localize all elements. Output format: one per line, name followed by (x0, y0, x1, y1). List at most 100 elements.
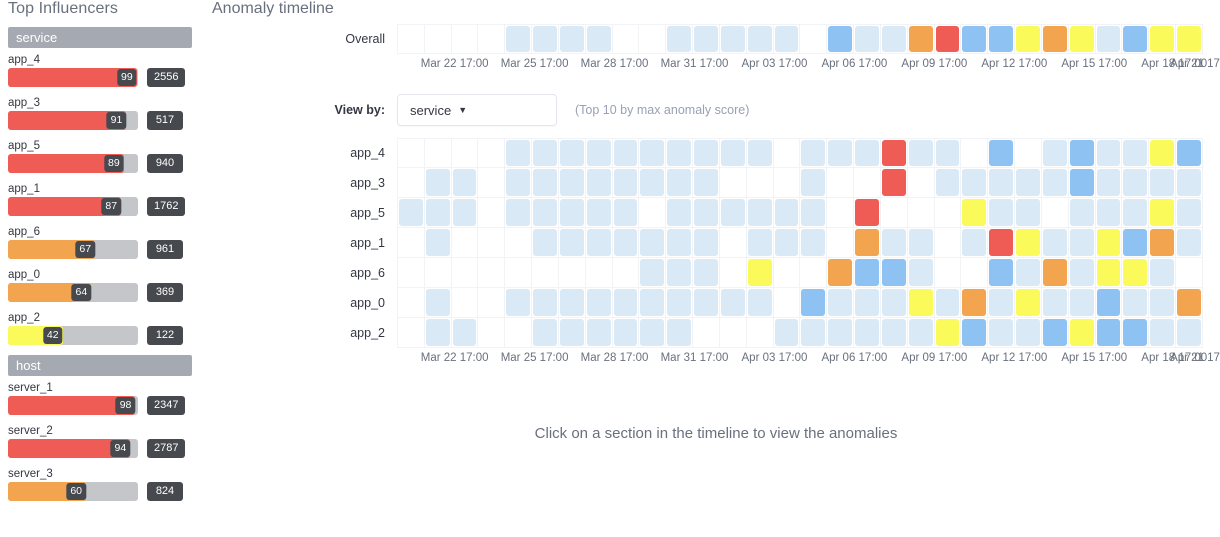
heatmap-cell[interactable] (774, 138, 801, 168)
heatmap-cell[interactable] (1149, 168, 1176, 198)
heatmap-cell[interactable] (1042, 318, 1069, 348)
heatmap-cell[interactable] (505, 138, 532, 168)
heatmap-cell[interactable] (613, 24, 640, 54)
heatmap-cell[interactable] (693, 318, 720, 348)
heatmap-cell[interactable] (720, 168, 747, 198)
heatmap-cell[interactable] (639, 318, 666, 348)
heatmap-cell[interactable] (505, 228, 532, 258)
heatmap-cell[interactable] (532, 228, 559, 258)
heatmap-cell[interactable] (800, 138, 827, 168)
heatmap-cell[interactable] (1176, 288, 1203, 318)
heatmap-cell[interactable] (1015, 258, 1042, 288)
heatmap-cell[interactable] (613, 198, 640, 228)
heatmap-cell[interactable] (613, 318, 640, 348)
heatmap-cell[interactable] (908, 258, 935, 288)
heatmap-cell[interactable] (881, 24, 908, 54)
heatmap-cell[interactable] (827, 168, 854, 198)
heatmap-cell[interactable] (452, 288, 479, 318)
heatmap-cell[interactable] (961, 168, 988, 198)
heatmap-cell[interactable] (532, 168, 559, 198)
influencer-row[interactable]: server_2942787 (8, 425, 192, 458)
heatmap-cell[interactable] (800, 198, 827, 228)
heatmap-cell[interactable] (774, 198, 801, 228)
heatmap-cell[interactable] (397, 228, 425, 258)
heatmap-cell[interactable] (1096, 258, 1123, 288)
heatmap-cell[interactable] (425, 24, 452, 54)
heatmap-cell[interactable] (747, 138, 774, 168)
heatmap-cell[interactable] (935, 228, 962, 258)
heatmap-cell[interactable] (1122, 198, 1149, 228)
heatmap-cell[interactable] (720, 288, 747, 318)
heatmap-cell[interactable] (988, 138, 1015, 168)
influencer-row[interactable]: app_391517 (8, 97, 192, 130)
heatmap-cell[interactable] (961, 288, 988, 318)
heatmap-cell[interactable] (1069, 258, 1096, 288)
heatmap-cell[interactable] (452, 138, 479, 168)
heatmap-cell[interactable] (452, 318, 479, 348)
heatmap-cell[interactable] (1122, 228, 1149, 258)
heatmap-cell[interactable] (693, 168, 720, 198)
heatmap-cell[interactable] (988, 258, 1015, 288)
heatmap-cell[interactable] (800, 318, 827, 348)
heatmap-cell[interactable] (397, 258, 425, 288)
heatmap-cell[interactable] (881, 198, 908, 228)
series-cells[interactable] (397, 168, 1203, 198)
heatmap-cell[interactable] (881, 168, 908, 198)
heatmap-cell[interactable] (478, 198, 505, 228)
heatmap-cell[interactable] (774, 168, 801, 198)
heatmap-cell[interactable] (505, 258, 532, 288)
heatmap-cell[interactable] (881, 228, 908, 258)
heatmap-cell[interactable] (1149, 318, 1176, 348)
heatmap-cell[interactable] (1069, 198, 1096, 228)
heatmap-cell[interactable] (532, 258, 559, 288)
series-cells[interactable] (397, 138, 1203, 168)
heatmap-cell[interactable] (747, 318, 774, 348)
heatmap-cell[interactable] (586, 318, 613, 348)
heatmap-cell[interactable] (747, 258, 774, 288)
heatmap-cell[interactable] (586, 228, 613, 258)
heatmap-cell[interactable] (774, 318, 801, 348)
heatmap-cell[interactable] (1149, 228, 1176, 258)
heatmap-cell[interactable] (639, 24, 666, 54)
heatmap-cell[interactable] (961, 198, 988, 228)
heatmap-cell[interactable] (774, 228, 801, 258)
heatmap-cell[interactable] (559, 258, 586, 288)
heatmap-cell[interactable] (774, 288, 801, 318)
heatmap-cell[interactable] (908, 288, 935, 318)
heatmap-cell[interactable] (1042, 198, 1069, 228)
heatmap-cell[interactable] (639, 138, 666, 168)
heatmap-cell[interactable] (935, 258, 962, 288)
heatmap-cell[interactable] (747, 288, 774, 318)
heatmap-cell[interactable] (559, 318, 586, 348)
heatmap-cell[interactable] (1176, 228, 1203, 258)
heatmap-cell[interactable] (800, 168, 827, 198)
heatmap-cell[interactable] (397, 24, 425, 54)
heatmap-cell[interactable] (720, 138, 747, 168)
heatmap-cell[interactable] (639, 198, 666, 228)
heatmap-cell[interactable] (854, 318, 881, 348)
heatmap-cell[interactable] (1042, 288, 1069, 318)
heatmap-cell[interactable] (1176, 24, 1203, 54)
heatmap-cell[interactable] (827, 318, 854, 348)
heatmap-cell[interactable] (613, 138, 640, 168)
heatmap-cell[interactable] (961, 258, 988, 288)
heatmap-cell[interactable] (935, 168, 962, 198)
heatmap-cell[interactable] (881, 138, 908, 168)
heatmap-cell[interactable] (452, 228, 479, 258)
heatmap-cell[interactable] (478, 138, 505, 168)
heatmap-cell[interactable] (397, 288, 425, 318)
heatmap-cell[interactable] (827, 198, 854, 228)
heatmap-cell[interactable] (1096, 138, 1123, 168)
heatmap-cell[interactable] (1042, 24, 1069, 54)
heatmap-cell[interactable] (774, 24, 801, 54)
influencer-row[interactable]: app_242122 (8, 312, 192, 345)
heatmap-cell[interactable] (1042, 228, 1069, 258)
heatmap-cell[interactable] (559, 198, 586, 228)
heatmap-cell[interactable] (1069, 318, 1096, 348)
heatmap-cell[interactable] (532, 138, 559, 168)
heatmap-cell[interactable] (532, 288, 559, 318)
heatmap-cell[interactable] (1149, 258, 1176, 288)
heatmap-cell[interactable] (505, 318, 532, 348)
heatmap-cell[interactable] (693, 258, 720, 288)
heatmap-cell[interactable] (961, 318, 988, 348)
